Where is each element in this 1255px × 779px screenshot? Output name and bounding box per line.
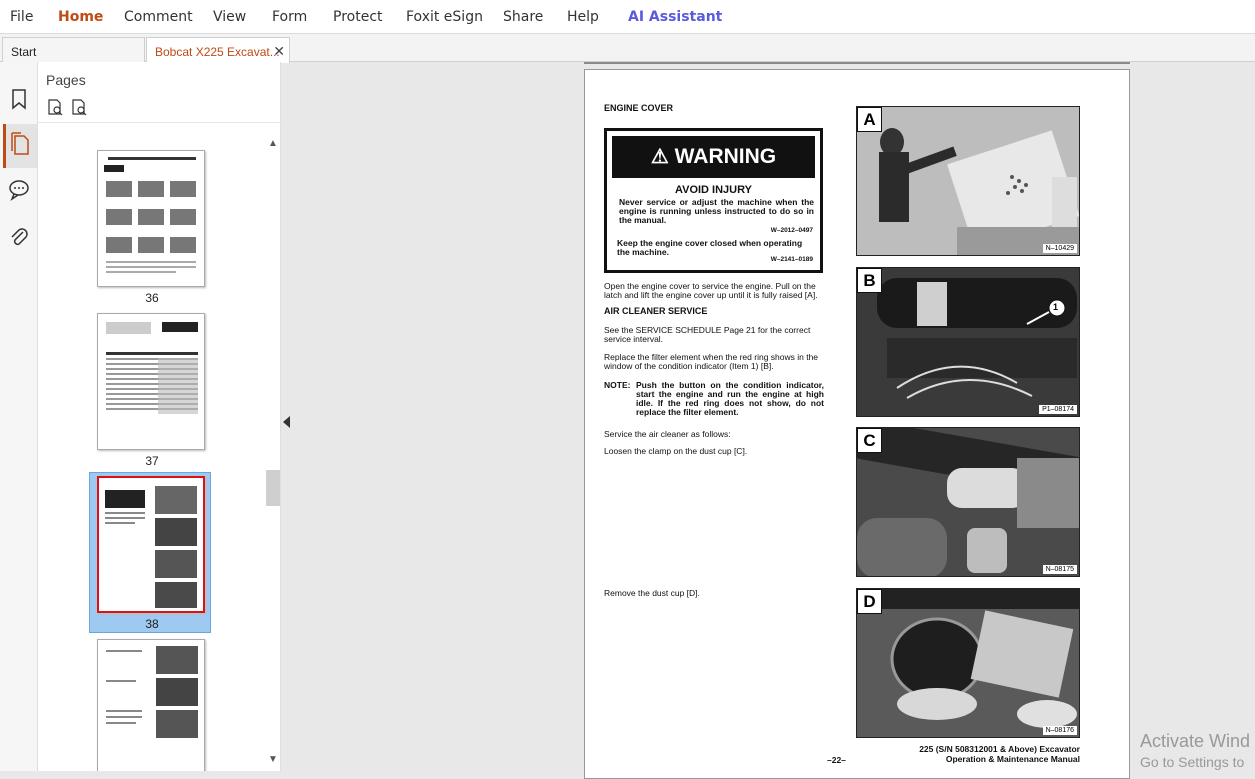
service-paragraph: Service the air cleaner as follows: <box>604 429 731 439</box>
menu-help[interactable]: Help <box>567 9 599 25</box>
menu-form[interactable]: Form <box>272 9 307 25</box>
page-thumbnail[interactable] <box>97 639 205 771</box>
tab-start-label: Start <box>11 45 37 59</box>
menu-ai-assistant[interactable]: AI Assistant <box>628 9 722 25</box>
menu-comment[interactable]: Comment <box>124 9 193 25</box>
warning-title: WARNING <box>674 145 777 168</box>
tab-start[interactable]: Start <box>2 37 145 63</box>
thumbnail-scrollbar[interactable]: ▲ ▼ <box>266 134 280 771</box>
warning-banner: ⚠ WARNING <box>612 136 815 178</box>
figure-a-code: N–10429 <box>1042 244 1077 253</box>
warning-code-1: W–2012–0497 <box>770 227 813 234</box>
zoom-out-page-icon[interactable] <box>70 98 88 116</box>
schedule-paragraph: See the SERVICE SCHEDULE Page 21 for the… <box>604 325 811 344</box>
page-thumbnail-selected[interactable] <box>97 476 205 613</box>
page-thumbnail[interactable] <box>97 150 205 287</box>
warning-text-1: Never service or adjust the machine when… <box>619 197 814 225</box>
air-cleaner-heading: AIR CLEANER SERVICE <box>604 306 708 316</box>
menu-home[interactable]: Home <box>58 9 103 25</box>
zoom-in-page-icon[interactable] <box>46 98 64 116</box>
figure-c: C N–08175 <box>856 427 1080 577</box>
figure-b: 1 B P1–08174 <box>856 267 1080 417</box>
menu-bar: File Home Comment View Form Protect Foxi… <box>0 0 1255 34</box>
open-cover-paragraph: Open the engine cover to service the eng… <box>604 281 818 300</box>
figure-a-photo <box>857 107 1079 255</box>
page-thumbnail[interactable] <box>97 313 205 450</box>
attachment-icon[interactable] <box>6 224 32 250</box>
document-view[interactable]: ENGINE COVER ⚠ WARNING AVOID INJURY Neve… <box>294 62 1255 779</box>
pages-icon[interactable] <box>3 124 37 168</box>
page-number: –22– <box>827 755 846 765</box>
pages-panel: Pages 36 37 38 ▲ ▼ <box>38 62 281 771</box>
close-icon[interactable]: ✕ <box>273 43 285 60</box>
figure-d-code: N–08176 <box>1042 726 1077 735</box>
scroll-up-icon[interactable]: ▲ <box>268 138 278 149</box>
figure-b-label: B <box>857 268 882 293</box>
thumbnail-page-number: 37 <box>145 454 159 468</box>
menu-file[interactable]: File <box>10 9 33 25</box>
activate-windows-line-2: Go to Settings to <box>1140 754 1245 770</box>
note-text: Push the button on the condition indicat… <box>636 380 824 417</box>
figure-c-photo <box>857 428 1079 576</box>
thumbnail-list: 36 37 38 <box>38 134 266 771</box>
bookmark-icon[interactable] <box>6 86 32 112</box>
figure-d-label: D <box>857 589 882 614</box>
footer-line-2: Operation & Maintenance Manual <box>945 754 1080 764</box>
figure-c-label: C <box>857 428 882 453</box>
tab-document[interactable]: Bobcat X225 Excavat... ✕ <box>146 37 290 63</box>
figure-c-code: N–08175 <box>1042 565 1077 574</box>
scrollbar-thumb[interactable] <box>266 470 280 506</box>
figure-b-callout: 1 <box>1053 302 1059 312</box>
menu-share[interactable]: Share <box>503 9 543 25</box>
remove-paragraph: Remove the dust cup [D]. <box>604 588 700 598</box>
figure-a-label: A <box>857 107 882 132</box>
figure-a: A N–10429 <box>856 106 1080 256</box>
thumbnail-page-number: 38 <box>145 617 159 631</box>
menu-protect[interactable]: Protect <box>333 9 383 25</box>
sidebar-icon-bar <box>0 62 38 771</box>
figure-b-code: P1–08174 <box>1039 405 1077 414</box>
scroll-down-icon[interactable]: ▼ <box>268 754 278 765</box>
figure-d: D N–08176 <box>856 588 1080 738</box>
loosen-paragraph: Loosen the clamp on the dust cup [C]. <box>604 446 748 456</box>
panel-divider <box>38 122 281 123</box>
warning-box: ⚠ WARNING AVOID INJURY Never service or … <box>604 128 823 273</box>
warning-code-2: W–2141–0189 <box>770 256 813 263</box>
figure-b-photo <box>857 268 1079 416</box>
comment-icon[interactable] <box>6 176 32 202</box>
activate-windows-line-1: Activate Wind <box>1140 731 1251 751</box>
tab-document-label: Bobcat X225 Excavat... <box>155 45 280 59</box>
pdf-page: ENGINE COVER ⚠ WARNING AVOID INJURY Neve… <box>584 69 1130 779</box>
panel-title: Pages <box>46 72 86 88</box>
note-label: NOTE: <box>604 380 631 390</box>
replace-paragraph: Replace the filter element when the red … <box>604 352 819 371</box>
menu-view[interactable]: View <box>213 9 246 25</box>
collapse-panel-icon[interactable] <box>283 416 290 428</box>
tab-bar: Start Bobcat X225 Excavat... ✕ <box>0 34 1255 63</box>
menu-foxit-esign[interactable]: Foxit eSign <box>406 9 483 25</box>
engine-cover-heading: ENGINE COVER <box>604 103 674 113</box>
thumbnail-page-number: 36 <box>145 291 159 305</box>
avoid-injury-title: AVOID INJURY <box>674 184 752 196</box>
previous-page-edge <box>584 62 1130 64</box>
figure-d-photo <box>857 589 1079 737</box>
warning-triangle-icon: ⚠ <box>650 146 669 168</box>
footer-line-1: 225 (S/N 508312001 & Above) Excavator <box>919 744 1080 754</box>
